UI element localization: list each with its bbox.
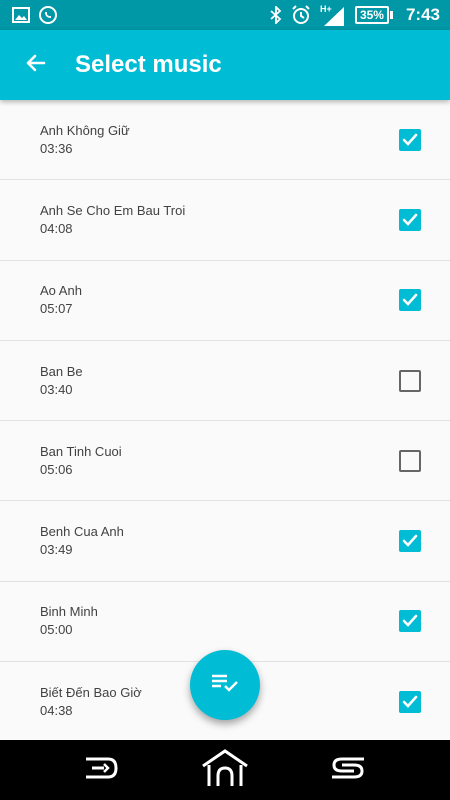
checkmark-icon: [402, 615, 418, 628]
song-list-item[interactable]: Ban Tinh Cuoi 05:06: [0, 421, 450, 502]
app-bar: Select music: [0, 30, 450, 100]
checkmark-icon: [402, 293, 418, 307]
song-info: Ban Be 03:40: [40, 364, 399, 398]
song-info: Benh Cua Anh 03:49: [40, 524, 399, 558]
signal-icon: H+: [320, 4, 346, 26]
checkmark-icon: [402, 534, 418, 548]
song-duration: 05:07: [40, 301, 73, 317]
nav-bar: [0, 740, 450, 800]
song-title: Ao Anh: [40, 283, 82, 299]
recent-apps-icon: [328, 753, 368, 788]
song-duration: 05:06: [40, 461, 73, 477]
battery-percent: 35%: [354, 6, 389, 24]
song-checkbox[interactable]: [399, 530, 421, 553]
song-title: Ban Be: [40, 363, 83, 379]
song-checkbox[interactable]: [399, 449, 421, 472]
bluetooth-icon: [270, 6, 282, 24]
song-duration: 05:00: [40, 622, 73, 638]
song-duration: 03:36: [40, 140, 73, 156]
nav-back-button[interactable]: [67, 740, 137, 800]
song-duration: 03:40: [40, 381, 73, 397]
alarm-icon: [291, 5, 311, 25]
song-checkbox[interactable]: [399, 208, 421, 231]
song-list-item[interactable]: Ban Be 03:40: [0, 341, 450, 422]
battery-tip: [389, 11, 393, 19]
song-checkbox[interactable]: [399, 369, 421, 392]
nav-recent-button[interactable]: [313, 740, 383, 800]
checkmark-icon: [402, 133, 418, 146]
page-title: Select music: [75, 51, 222, 78]
song-list-item[interactable]: Benh Cua Anh 03:49: [0, 501, 450, 582]
back-button[interactable]: [0, 30, 72, 100]
home-nav-icon: [200, 748, 250, 793]
song-list[interactable]: Anh Không Giữ 03:36 Anh Se Cho Em Bau Troi…: [0, 100, 450, 740]
status-right: H+ 35% 7:43: [270, 4, 440, 26]
song-checkbox[interactable]: [399, 610, 421, 633]
battery-icon: 35%: [354, 6, 393, 24]
song-info: Ao Anh 05:07: [40, 283, 399, 317]
song-title: Anh Se Cho Em Bau Troi: [40, 202, 186, 218]
confirm-selection-button[interactable]: [190, 650, 260, 720]
song-checkbox[interactable]: [399, 128, 421, 151]
song-checkbox[interactable]: [399, 289, 421, 312]
checkmark-icon: [402, 213, 418, 226]
nav-home-button[interactable]: [190, 740, 260, 800]
clock: 7:43: [405, 5, 440, 24]
song-info: Binh Minh 05:00: [40, 604, 399, 638]
song-list-item[interactable]: Ao Anh 05:07: [0, 261, 450, 341]
back-nav-icon: [82, 753, 122, 788]
status-left: [12, 5, 58, 25]
song-duration: 04:08: [40, 220, 73, 236]
song-list-item[interactable]: Anh Se Cho Em Bau Troi 04:08: [0, 180, 450, 261]
song-title: Ban Tinh Cuoi: [40, 443, 122, 459]
song-duration: 03:49: [40, 542, 73, 558]
song-list-item[interactable]: Anh Không Giữ 03:36: [0, 100, 450, 181]
song-info: Ban Tinh Cuoi 05:06: [40, 444, 399, 478]
arrow-back-icon: [24, 51, 48, 80]
network-type-label: H+: [320, 4, 332, 14]
whatsapp-icon: [38, 5, 58, 25]
song-info: Anh Không Giữ 03:36: [40, 123, 399, 157]
playlist-check-icon: [210, 671, 240, 700]
song-checkbox[interactable]: [399, 690, 421, 713]
song-title: Binh Minh: [40, 604, 98, 620]
song-info: Anh Se Cho Em Bau Troi 04:08: [40, 203, 399, 237]
song-title: Benh Cua Anh: [40, 524, 124, 540]
checkmark-icon: [402, 695, 418, 708]
song-title: Anh Không Giữ: [40, 122, 130, 138]
status-bar: H+ 35% 7:43: [0, 0, 450, 30]
image-icon: [12, 7, 30, 23]
